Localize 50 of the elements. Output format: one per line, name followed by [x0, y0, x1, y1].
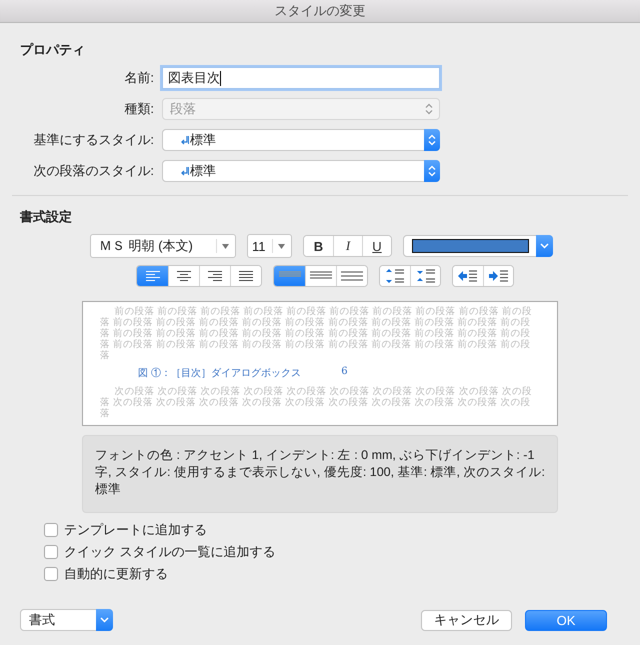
sample-text: 図 ①：［目次］ダイアログボックス: [138, 366, 302, 380]
align-icon: [238, 270, 254, 282]
stepper-icon: [428, 134, 436, 146]
field-label: 種類:: [123, 100, 154, 118]
format-menu-button[interactable]: 書式: [20, 609, 113, 631]
line-spacing-button[interactable]: [336, 266, 367, 286]
chevron-down-icon: [100, 617, 109, 623]
name-field[interactable]: 図表目次: [162, 67, 440, 89]
paragraph-mark-icon: [180, 166, 189, 176]
cancel-button[interactable]: キャンセル: [421, 610, 512, 630]
field-label: 次の段落のスタイル:: [32, 162, 154, 180]
font-color-dropdown[interactable]: [403, 235, 553, 257]
window-title: スタイルの変更: [274, 2, 366, 20]
indent-icon: [488, 270, 508, 282]
font-combo-box[interactable]: ＭＳ 明朝 (本文): [90, 234, 236, 258]
paragraph-spacing-icon: [385, 269, 405, 283]
style-description: フォントの色 : アクセント 1, インデント: 左 : 0 mm, ぶら下げインデント: -1 字, スタイル: 使用するまで表示しない, 優先度: 100, 基準: 標準, 次のスタイル: 標準: [82, 435, 558, 513]
align-icon: [176, 270, 192, 282]
stepper-icon: [425, 103, 433, 115]
page-number: 6: [341, 366, 348, 379]
paragraph-spacing-icon: [416, 269, 436, 283]
paragraph-mark-icon: [180, 135, 189, 145]
size-combo-box[interactable]: 11: [247, 234, 292, 258]
checkbox[interactable]: [44, 523, 58, 537]
align-button[interactable]: [230, 266, 261, 286]
section-heading: プロパティ: [20, 41, 86, 59]
chevron-down-icon: [540, 243, 549, 249]
font-style-button[interactable]: U: [362, 236, 391, 256]
line-spacing-icon: [310, 271, 332, 281]
field-label: 名前:: [123, 69, 154, 87]
checkbox-label: テンプレートに追加する: [64, 521, 207, 539]
section-heading: 書式設定: [20, 208, 73, 226]
field-label: 基準にするスタイル:: [32, 131, 154, 149]
checkbox[interactable]: [44, 545, 58, 559]
previous-paragraph-text: 前の段落 前の段落 前の段落 前の段落 前の段落 前の段落 前の段落 前の段落 前の段落 前の段落 前の段落 前の段落 前の段落 前の段落 前の段落 前の段落 前の段落 前の段落 前の段落 前の段落 前の段落 前の段落 前の段落 前の段落 前の段落 前の段落 前の段落 前の段落 前の段落 前の段落 前の段落 前の段落 前の段落 前の段落 前の段落 前の段落 前の段落 前の段落 前の段落 前の段落: [100, 306, 533, 361]
next-paragraph-text: 次の段落 次の段落 次の段落 次の段落 次の段落 次の段落 次の段落 次の段落 次の段落 次の段落 次の段落 次の段落 次の段落 次の段落 次の段落 次の段落 次の段落 次の段落 次の段落 次の段落: [100, 386, 533, 419]
paragraph-spacing-button[interactable]: [410, 266, 440, 286]
checkbox-label: 自動的に更新する: [64, 565, 168, 583]
stepper-icon: [428, 165, 436, 177]
align-icon: [144, 270, 160, 282]
indent-button[interactable]: [483, 266, 513, 286]
dropdown-arrow-icon: [222, 244, 229, 248]
align-icon: [207, 270, 223, 282]
checkbox-label: クイック スタイルの一覧に追加する: [64, 543, 276, 561]
indent-icon: [458, 270, 478, 282]
line-spacing-icon: [341, 271, 363, 281]
dropdown-arrow-icon: [278, 244, 285, 248]
style-dropdown[interactable]: 標準: [162, 129, 440, 151]
style-dropdown[interactable]: 標準: [162, 160, 440, 182]
checkbox[interactable]: [44, 567, 58, 581]
